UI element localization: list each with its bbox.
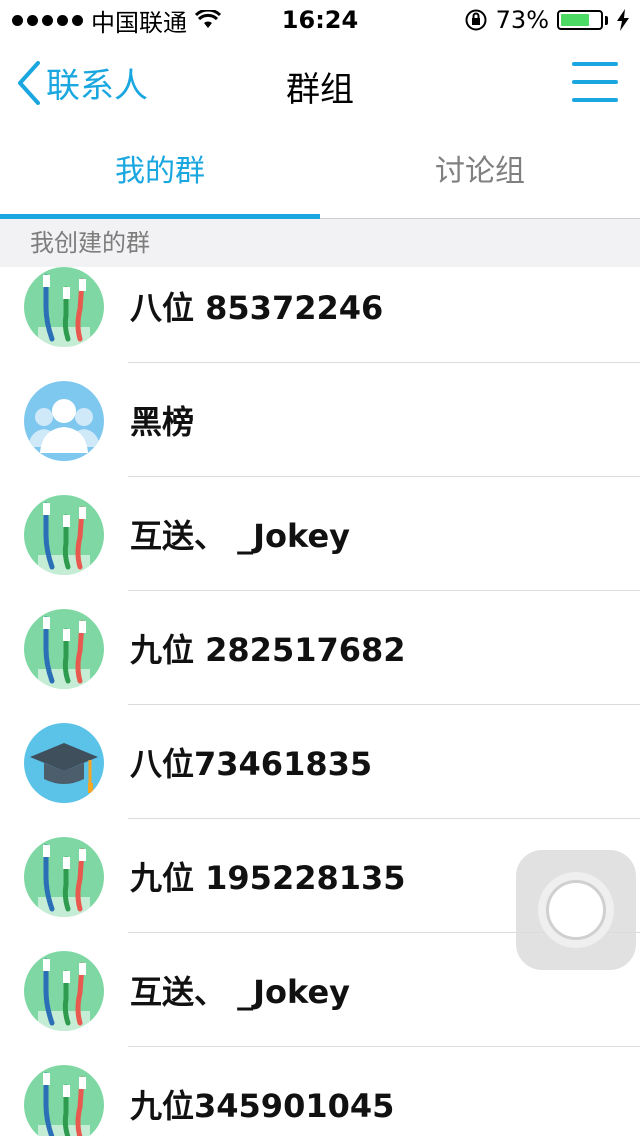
assistive-touch-button[interactable]	[516, 850, 636, 970]
group-list-item[interactable]: 九位 282517682	[0, 591, 640, 705]
group-avatar-toothbrush-icon	[24, 267, 104, 347]
group-list: 八位 85372246 黑榜互送、 _Jokey 九位 282517682 八位734…	[0, 267, 640, 1136]
battery-fill	[561, 14, 589, 26]
group-name: 互送、 _Jokey	[130, 973, 351, 1011]
status-left: 中国联通	[0, 3, 221, 38]
section-header: 我创建的群	[0, 219, 640, 267]
assistive-touch-center	[546, 880, 606, 940]
battery-icon	[557, 10, 603, 30]
group-name: 八位73461835	[130, 745, 373, 783]
carrier-label: 中国联通	[91, 8, 187, 37]
back-button[interactable]: 联系人	[16, 58, 148, 107]
group-name: 九位 282517682	[130, 631, 406, 669]
group-name: 九位 195228135	[130, 859, 406, 897]
status-right: 73%	[464, 0, 630, 40]
wifi-icon	[195, 10, 221, 28]
group-avatar-toothbrush-icon	[24, 609, 104, 689]
signal-strength-icon	[12, 14, 83, 26]
charging-bolt-icon	[617, 9, 629, 31]
group-avatar-toothbrush-icon	[24, 837, 104, 917]
hamburger-menu-icon[interactable]	[572, 62, 618, 104]
group-list-item[interactable]: 九位345901045	[0, 1047, 640, 1136]
tab-my-groups[interactable]: 我的群	[0, 128, 320, 219]
group-name: 互送、 _Jokey	[130, 517, 351, 555]
group-list-item[interactable]: 互送、 _Jokey	[0, 477, 640, 591]
battery-tip	[605, 15, 608, 25]
group-list-item[interactable]: 八位73461835	[0, 705, 640, 819]
group-avatar-graduation-cap-icon	[24, 723, 104, 803]
battery-percent: 73%	[495, 6, 549, 34]
group-avatar-people-icon	[24, 381, 104, 461]
group-avatar-toothbrush-icon	[24, 1065, 104, 1136]
group-name: 八位 85372246	[130, 289, 384, 327]
navigation-bar: 联系人 群组	[0, 40, 640, 128]
group-name: 黑榜	[130, 403, 195, 441]
group-avatar-toothbrush-icon	[24, 951, 104, 1031]
screen: 中国联通 16:24 73% 联系人 群组 我的群 讨论组 我创建的群 八位 8…	[0, 0, 640, 1136]
rotation-lock-icon	[465, 9, 487, 31]
group-name: 九位345901045	[130, 1087, 395, 1125]
group-list-item[interactable]: 黑榜	[0, 363, 640, 477]
tab-bar: 我的群 讨论组	[0, 128, 640, 219]
chevron-left-icon	[18, 60, 40, 105]
back-label: 联系人	[46, 66, 148, 106]
group-list-item[interactable]: 八位 85372246	[0, 267, 640, 363]
tab-discussion-groups[interactable]: 讨论组	[320, 128, 640, 218]
status-bar: 中国联通 16:24 73%	[0, 0, 640, 40]
group-avatar-toothbrush-icon	[24, 495, 104, 575]
